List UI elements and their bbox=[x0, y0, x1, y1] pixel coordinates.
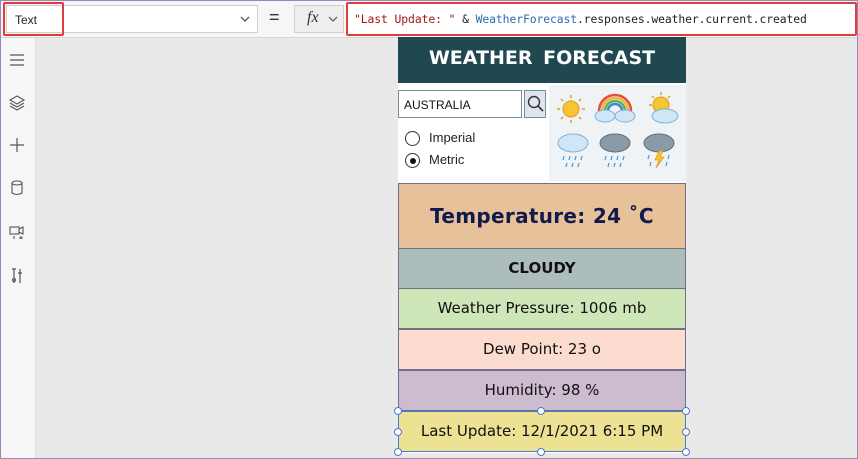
media-icon[interactable] bbox=[6, 221, 28, 243]
formula-identifier: WeatherForecast bbox=[475, 12, 578, 26]
dew-point-label[interactable]: Dew Point: 23 o bbox=[398, 329, 686, 370]
search-value: AUSTRALIA bbox=[404, 98, 471, 112]
formula-string-literal: "Last Update: " bbox=[354, 12, 456, 26]
weather-icons-image bbox=[549, 85, 686, 181]
last-update-label[interactable]: Last Update: 12/1/2021 6:15 PM bbox=[398, 411, 686, 452]
formula-text: "Last Update: " & WeatherForecast.respon… bbox=[354, 12, 807, 26]
fx-label: fx bbox=[307, 9, 319, 26]
radio-label-metric: Metric bbox=[429, 152, 465, 167]
equals-sign: = bbox=[269, 7, 280, 27]
radio-circle[interactable] bbox=[405, 153, 420, 168]
dark-rain-cloud-icon bbox=[599, 133, 631, 168]
chevron-down-icon bbox=[240, 16, 250, 22]
dew-point-text: Dew Point: 23 o bbox=[483, 340, 601, 358]
fx-button[interactable]: fx bbox=[294, 5, 344, 33]
left-rail bbox=[1, 38, 36, 458]
resize-handle-bottom-right[interactable] bbox=[682, 448, 690, 456]
formula-member-path: .responses.weather.current.created bbox=[577, 12, 807, 26]
property-highlight-box bbox=[3, 2, 64, 36]
rain-cloud-icon bbox=[557, 133, 589, 168]
resize-handle-top-right[interactable] bbox=[682, 407, 690, 415]
layers-icon[interactable] bbox=[6, 92, 28, 114]
app-header: WEATHER FORECAST bbox=[398, 37, 686, 83]
condition-text: CLOUDY bbox=[508, 259, 576, 277]
resize-handle-left[interactable] bbox=[394, 428, 402, 436]
formula-bar: Text = fx "Last Update: " & WeatherForec… bbox=[1, 1, 857, 38]
sun-cloud-icon bbox=[649, 92, 679, 124]
resize-handle-bottom[interactable] bbox=[537, 448, 545, 456]
resize-handle-bottom-left[interactable] bbox=[394, 448, 402, 456]
resize-handle-right[interactable] bbox=[682, 428, 690, 436]
hamburger-menu-icon[interactable] bbox=[6, 49, 28, 71]
last-update-text: Last Update: 12/1/2021 6:15 PM bbox=[420, 422, 664, 440]
temperature-text: Temperature: 24 ˚C bbox=[430, 204, 654, 228]
database-icon[interactable] bbox=[6, 177, 28, 199]
radio-circle[interactable] bbox=[405, 131, 420, 146]
plus-icon[interactable] bbox=[6, 134, 28, 156]
radio-label-imperial: Imperial bbox=[429, 130, 476, 145]
search-panel: AUSTRALIA Imperial Metric bbox=[398, 83, 548, 181]
pressure-text: Weather Pressure: 1006 mb bbox=[437, 299, 647, 317]
location-search-input[interactable]: AUSTRALIA bbox=[398, 90, 522, 118]
formula-operator: & bbox=[455, 12, 476, 26]
formula-input[interactable]: "Last Update: " & WeatherForecast.respon… bbox=[346, 2, 857, 36]
radio-selected-dot bbox=[409, 157, 416, 164]
chevron-down-icon bbox=[328, 16, 338, 22]
temperature-label[interactable]: Temperature: 24 ˚C bbox=[398, 183, 686, 249]
sun-icon bbox=[557, 95, 585, 123]
tools-icon[interactable] bbox=[6, 265, 28, 287]
storm-cloud-icon bbox=[643, 133, 675, 169]
pressure-label[interactable]: Weather Pressure: 1006 mb bbox=[398, 288, 686, 329]
app-title: WEATHER FORECAST bbox=[428, 47, 656, 69]
resize-handle-top[interactable] bbox=[537, 407, 545, 415]
app-screen: WEATHER FORECAST AUSTRALIA Imperial Metr… bbox=[398, 37, 686, 453]
condition-label[interactable]: CLOUDY bbox=[398, 248, 686, 289]
humidity-text: Humidity: 98 % bbox=[484, 381, 600, 399]
search-button[interactable] bbox=[524, 90, 546, 118]
humidity-label[interactable]: Humidity: 98 % bbox=[398, 370, 686, 411]
search-icon bbox=[527, 95, 544, 112]
resize-handle-top-left[interactable] bbox=[394, 407, 402, 415]
rainbow-cloud-icon bbox=[594, 93, 636, 123]
